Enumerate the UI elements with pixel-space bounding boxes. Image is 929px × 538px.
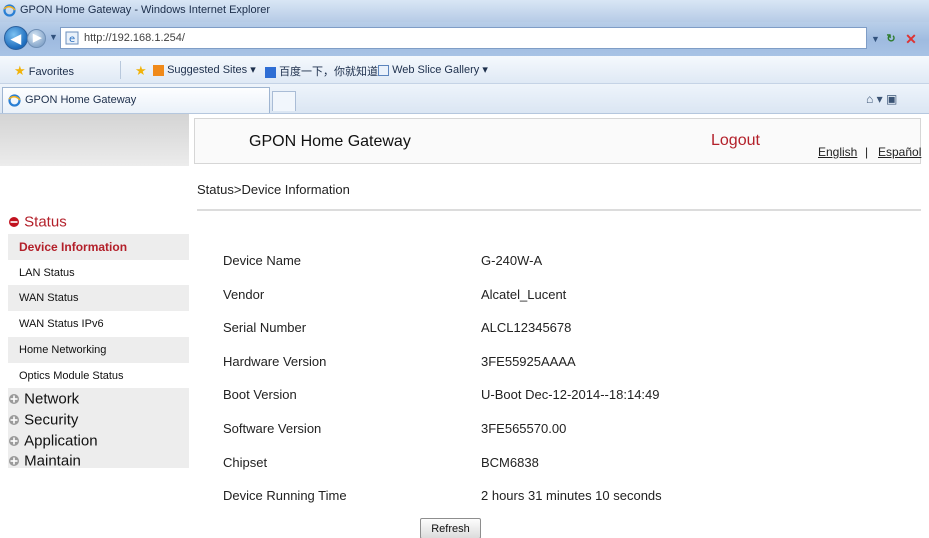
suggested-sites-link[interactable]: Suggested Sites ▾ bbox=[153, 63, 256, 76]
software-version-label: Software Version bbox=[223, 421, 322, 436]
page-title: GPON Home Gateway bbox=[249, 133, 411, 150]
vendor-label: Vendor bbox=[223, 287, 265, 302]
favorites-button[interactable]: ★ Favorites bbox=[14, 63, 74, 79]
collapsed-bullet-icon bbox=[9, 415, 19, 426]
history-dropdown-icon[interactable]: ▼ bbox=[49, 32, 58, 42]
ie-page-icon bbox=[8, 94, 21, 107]
baidu-link[interactable]: 百度一下，你就知道 bbox=[265, 63, 378, 79]
stop-icon[interactable]: ✕ bbox=[902, 30, 920, 48]
back-button[interactable]: ◀ bbox=[4, 26, 28, 50]
serial-number-value: ALCL12345678 bbox=[481, 320, 572, 335]
sidebar-header-strip bbox=[0, 114, 189, 166]
new-tab-button[interactable] bbox=[272, 91, 296, 111]
collapsed-bullet-icon bbox=[9, 436, 19, 447]
device-running-time-value: 2 hours 31 minutes 10 seconds bbox=[481, 488, 662, 503]
page-icon: e bbox=[65, 31, 79, 45]
forward-button[interactable]: ▶ bbox=[27, 29, 46, 48]
sidebar-group-security[interactable]: Security bbox=[8, 411, 78, 429]
device-name-label: Device Name bbox=[223, 253, 302, 268]
sidebar-group-maintain[interactable]: Maintain bbox=[8, 452, 81, 470]
sidebar-group-label: Security bbox=[24, 411, 79, 429]
favorites-label: Favorites bbox=[28, 66, 74, 78]
collapsed-bullet-icon bbox=[9, 394, 19, 405]
suggested-sites-icon bbox=[153, 64, 164, 76]
hardware-version-value: 3FE55925AAAA bbox=[481, 354, 576, 369]
device-name-value: G-240W-A bbox=[481, 253, 543, 268]
toolbar-divider bbox=[120, 61, 121, 79]
sidebar-item-wan-status[interactable]: WAN Status bbox=[8, 285, 189, 311]
tab-bar: GPON Home Gateway ⌂ ▾ ▣ bbox=[0, 84, 929, 114]
sidebar-group-network[interactable]: Network bbox=[8, 390, 79, 408]
svg-text:e: e bbox=[69, 34, 75, 45]
window-title: GPON Home Gateway - Windows Internet Exp… bbox=[20, 4, 271, 16]
ie-logo-icon bbox=[3, 4, 16, 17]
sidebar-item-lan-status[interactable]: LAN Status bbox=[8, 260, 189, 286]
breadcrumb: Status>Device Information bbox=[197, 182, 350, 197]
boot-version-value: U-Boot Dec-12-2014--18:14:49 bbox=[481, 387, 660, 402]
device-running-time-label: Device Running Time bbox=[223, 488, 347, 503]
sidebar-group-label: Network bbox=[24, 390, 80, 408]
tab-label: GPON Home Gateway bbox=[25, 94, 137, 106]
web-slice-label: Web Slice Gallery ▾ bbox=[392, 64, 488, 76]
language-espanol-link[interactable]: Español bbox=[878, 145, 921, 159]
chipset-label: Chipset bbox=[223, 455, 268, 470]
home-dropdown-icon[interactable]: ▾ bbox=[877, 92, 883, 106]
feeds-icon[interactable]: ▣ bbox=[886, 92, 897, 106]
sidebar-group-label: Maintain bbox=[24, 452, 81, 470]
logout-link[interactable]: Logout bbox=[711, 132, 760, 150]
web-slice-gallery-link[interactable]: Web Slice Gallery ▾ bbox=[378, 63, 488, 76]
sidebar-item-optics-module-status[interactable]: Optics Module Status bbox=[8, 363, 189, 389]
language-english-link[interactable]: English bbox=[818, 145, 857, 159]
add-favorite-icon[interactable]: ★ bbox=[135, 63, 147, 79]
sidebar-group-application[interactable]: Application bbox=[8, 432, 98, 450]
baidu-label: 百度一下，你就知道 bbox=[279, 66, 379, 78]
back-arrow-icon: ◀ bbox=[11, 31, 21, 46]
sidebar-item-device-information[interactable]: Device Information bbox=[8, 234, 189, 260]
browser-nav-bar: ◀ ▶ ▼ e http://192.168.1.254/ ▼ ↻ ✕ bbox=[0, 22, 929, 56]
sidebar-item-home-networking[interactable]: Home Networking bbox=[8, 337, 189, 363]
web-slice-icon bbox=[378, 64, 389, 76]
divider bbox=[197, 209, 921, 211]
page-header: GPON Home Gateway Logout English | Españ… bbox=[194, 118, 921, 164]
sidebar-group-status[interactable]: Status bbox=[8, 213, 67, 231]
suggested-sites-label: Suggested Sites ▾ bbox=[167, 64, 256, 76]
tab-gpon-home-gateway[interactable]: GPON Home Gateway bbox=[2, 87, 270, 113]
favorites-star-icon: ★ bbox=[14, 63, 26, 78]
chipset-value: BCM6838 bbox=[481, 455, 539, 470]
vendor-value: Alcatel_Lucent bbox=[481, 287, 567, 302]
sidebar-item-wan-status-ipv6[interactable]: WAN Status IPv6 bbox=[8, 311, 189, 337]
baidu-icon bbox=[265, 66, 276, 78]
boot-version-label: Boot Version bbox=[223, 387, 297, 402]
url-text[interactable]: http://192.168.1.254/ bbox=[84, 32, 185, 44]
software-version-value: 3FE565570.00 bbox=[481, 421, 567, 436]
forward-arrow-icon: ▶ bbox=[33, 32, 42, 44]
expanded-bullet-icon bbox=[9, 217, 19, 228]
collapsed-bullet-icon bbox=[9, 456, 19, 467]
favorites-bar: ★ Favorites ★ Suggested Sites ▾ 百度一下，你就知… bbox=[0, 56, 929, 84]
sidebar-group-label: Status bbox=[24, 213, 67, 231]
address-bar[interactable]: e http://192.168.1.254/ bbox=[60, 27, 867, 49]
home-icon[interactable]: ⌂ ▾ ▣ bbox=[866, 92, 897, 106]
hardware-version-label: Hardware Version bbox=[223, 354, 327, 369]
sidebar-group-label: Application bbox=[24, 432, 98, 450]
browser-title-bar: GPON Home Gateway - Windows Internet Exp… bbox=[0, 0, 929, 22]
refresh-button[interactable]: Refresh bbox=[420, 518, 481, 538]
address-dropdown-icon[interactable]: ▼ bbox=[871, 34, 880, 44]
serial-number-label: Serial Number bbox=[223, 320, 307, 335]
language-separator: | bbox=[865, 145, 869, 159]
browser-refresh-icon[interactable]: ↻ bbox=[882, 30, 900, 48]
